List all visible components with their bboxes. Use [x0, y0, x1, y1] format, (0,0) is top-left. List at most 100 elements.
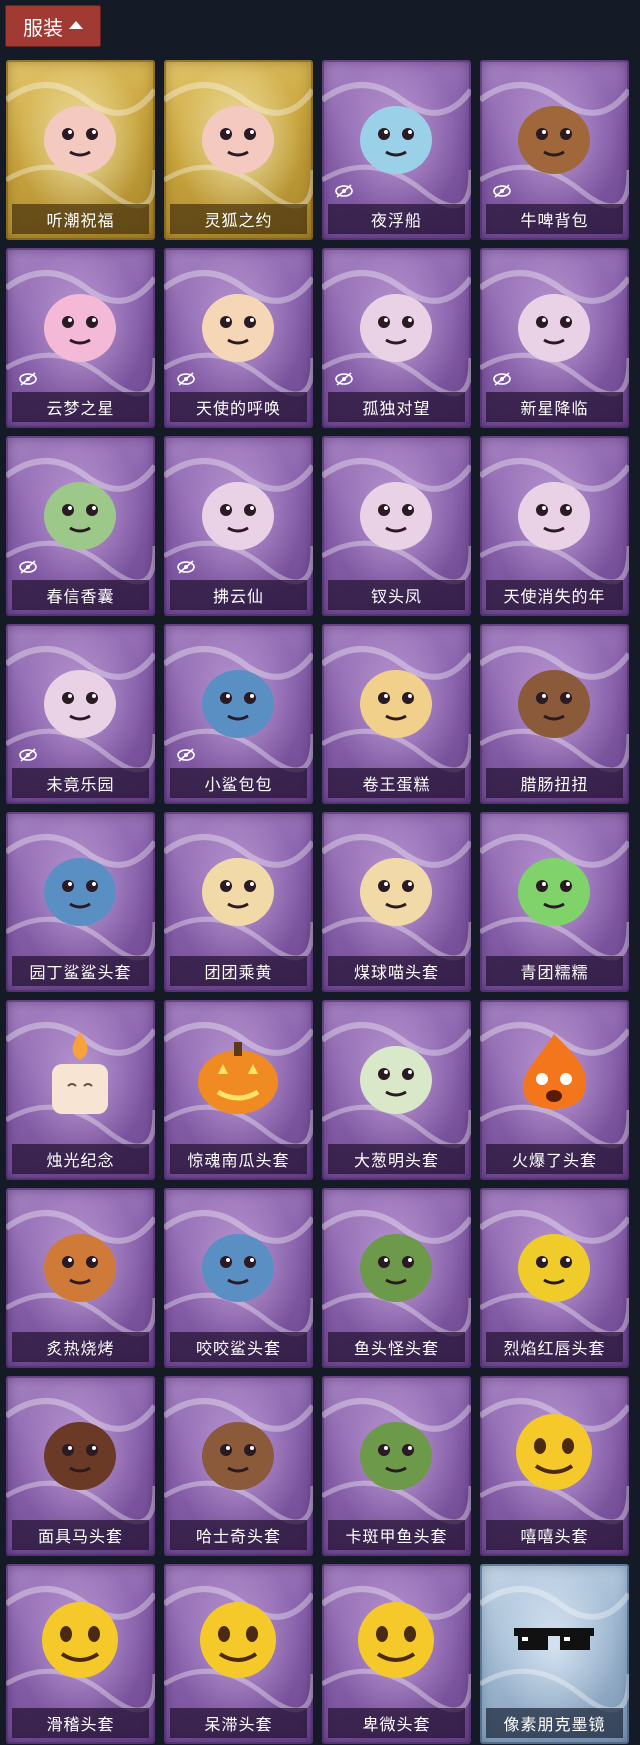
costume-name: 牛啤背包 — [486, 204, 623, 234]
fish-icon — [360, 1234, 432, 1302]
cat-icon — [360, 858, 432, 926]
dog-icon — [202, 1422, 274, 1490]
costume-card[interactable]: 天使消失的年 — [480, 436, 629, 616]
eye-off-icon — [493, 184, 511, 198]
costume-card[interactable]: 听潮祝福 — [6, 60, 155, 240]
fire-icon — [522, 1034, 586, 1109]
cat-icon — [202, 858, 274, 926]
costume-card[interactable]: 像素朋克墨镜 — [480, 1564, 629, 1744]
costume-card[interactable]: 腊肠扭扭 — [480, 624, 629, 804]
angel-icon — [202, 294, 274, 362]
costume-card[interactable]: 云梦之星 — [6, 248, 155, 428]
cake-icon — [360, 670, 432, 738]
costume-name: 惊魂南瓜头套 — [170, 1144, 307, 1174]
costume-card[interactable]: 呆滞头套 — [164, 1564, 313, 1744]
costume-name: 像素朋克墨镜 — [486, 1708, 623, 1738]
costume-card[interactable]: 新星降临 — [480, 248, 629, 428]
eye-off-icon — [19, 748, 37, 762]
fish-icon — [360, 1422, 432, 1490]
costume-name: 卡斑甲鱼头套 — [328, 1520, 465, 1550]
costume-card[interactable]: 拂云仙 — [164, 436, 313, 616]
section-toggle-button[interactable]: 服装 — [5, 5, 101, 47]
costume-card[interactable]: 烈焰红唇头套 — [480, 1188, 629, 1368]
pikachu-icon — [518, 1234, 590, 1302]
costume-card[interactable]: 滑稽头套 — [6, 1564, 155, 1744]
costume-name: 团团乘黄 — [170, 956, 307, 986]
figure-icon — [44, 670, 116, 738]
costume-card[interactable]: 钗头凤 — [322, 436, 471, 616]
costume-card[interactable]: 青团糯糯 — [480, 812, 629, 992]
costume-name: 天使消失的年 — [486, 580, 623, 610]
figure-icon — [360, 294, 432, 362]
costume-name: 面具马头套 — [12, 1520, 149, 1550]
jellyfish-icon — [360, 106, 432, 174]
eye-off-icon — [177, 372, 195, 386]
costume-name: 天使的呼唤 — [170, 392, 307, 422]
costume-card[interactable]: 哈士奇头套 — [164, 1376, 313, 1556]
costume-name: 灵狐之约 — [170, 204, 307, 234]
costume-card[interactable]: 惊魂南瓜头套 — [164, 1000, 313, 1180]
emoji-icon — [358, 1602, 434, 1678]
costume-card[interactable]: 鱼头怪头套 — [322, 1188, 471, 1368]
costume-card[interactable]: 夜浮船 — [322, 60, 471, 240]
costume-card[interactable]: 嘻嘻头套 — [480, 1376, 629, 1556]
barrel-icon — [518, 106, 590, 174]
chevron-up-icon — [69, 21, 83, 29]
candle-icon — [52, 1032, 108, 1114]
costume-card[interactable]: 春信香囊 — [6, 436, 155, 616]
figure-icon — [202, 482, 274, 550]
costume-name: 烈焰红唇头套 — [486, 1332, 623, 1362]
costume-name: 青团糯糯 — [486, 956, 623, 986]
costume-grid: 听潮祝福 灵狐之约 夜浮船 牛啤背包 云梦之星 天使的呼唤 孤独对望 新星降临 … — [6, 60, 634, 1744]
costume-card[interactable]: 火爆了头套 — [480, 1000, 629, 1180]
costume-card[interactable]: 天使的呼唤 — [164, 248, 313, 428]
costume-name: 拂云仙 — [170, 580, 307, 610]
costume-name: 炙热烧烤 — [12, 1332, 149, 1362]
costume-card[interactable]: 园丁鲨鲨头套 — [6, 812, 155, 992]
pumpkin-icon — [198, 1042, 278, 1114]
costume-name: 咬咬鲨头套 — [170, 1332, 307, 1362]
costume-name: 听潮祝福 — [12, 204, 149, 234]
emoji-icon — [42, 1602, 118, 1678]
shark-icon — [202, 1234, 274, 1302]
costume-name: 卑微头套 — [328, 1708, 465, 1738]
costume-name: 大葱明头套 — [328, 1144, 465, 1174]
meat-icon — [44, 1234, 116, 1302]
eye-off-icon — [19, 372, 37, 386]
costume-name: 呆滞头套 — [170, 1708, 307, 1738]
costume-card[interactable]: 面具马头套 — [6, 1376, 155, 1556]
costume-card[interactable]: 卑微头套 — [322, 1564, 471, 1744]
emoji-icon — [516, 1414, 592, 1490]
costume-card[interactable]: 未竟乐园 — [6, 624, 155, 804]
costume-card[interactable]: 炙热烧烤 — [6, 1188, 155, 1368]
costume-name: 烛光纪念 — [12, 1144, 149, 1174]
costume-card[interactable]: 团团乘黄 — [164, 812, 313, 992]
costume-name: 孤独对望 — [328, 392, 465, 422]
figure-icon — [518, 482, 590, 550]
costume-card[interactable]: 小鲨包包 — [164, 624, 313, 804]
sachet-icon — [44, 482, 116, 550]
dog-icon — [518, 670, 590, 738]
costume-name: 卷王蛋糕 — [328, 768, 465, 798]
costume-name: 哈士奇头套 — [170, 1520, 307, 1550]
costume-card[interactable]: 牛啤背包 — [480, 60, 629, 240]
costume-name: 嘻嘻头套 — [486, 1520, 623, 1550]
costume-name: 腊肠扭扭 — [486, 768, 623, 798]
costume-card[interactable]: 灵狐之约 — [164, 60, 313, 240]
shark-icon — [202, 670, 274, 738]
figure-icon — [360, 482, 432, 550]
costume-card[interactable]: 孤独对望 — [322, 248, 471, 428]
costume-card[interactable]: 卡斑甲鱼头套 — [322, 1376, 471, 1556]
costume-name: 小鲨包包 — [170, 768, 307, 798]
costume-card[interactable]: 煤球喵头套 — [322, 812, 471, 992]
costume-name: 春信香囊 — [12, 580, 149, 610]
costume-card[interactable]: 卷王蛋糕 — [322, 624, 471, 804]
blob-icon — [518, 858, 590, 926]
eye-off-icon — [335, 372, 353, 386]
costume-name: 夜浮船 — [328, 204, 465, 234]
costume-card[interactable]: 咬咬鲨头套 — [164, 1188, 313, 1368]
costume-name: 滑稽头套 — [12, 1708, 149, 1738]
costume-card[interactable]: 大葱明头套 — [322, 1000, 471, 1180]
figure-icon — [518, 294, 590, 362]
costume-card[interactable]: 烛光纪念 — [6, 1000, 155, 1180]
